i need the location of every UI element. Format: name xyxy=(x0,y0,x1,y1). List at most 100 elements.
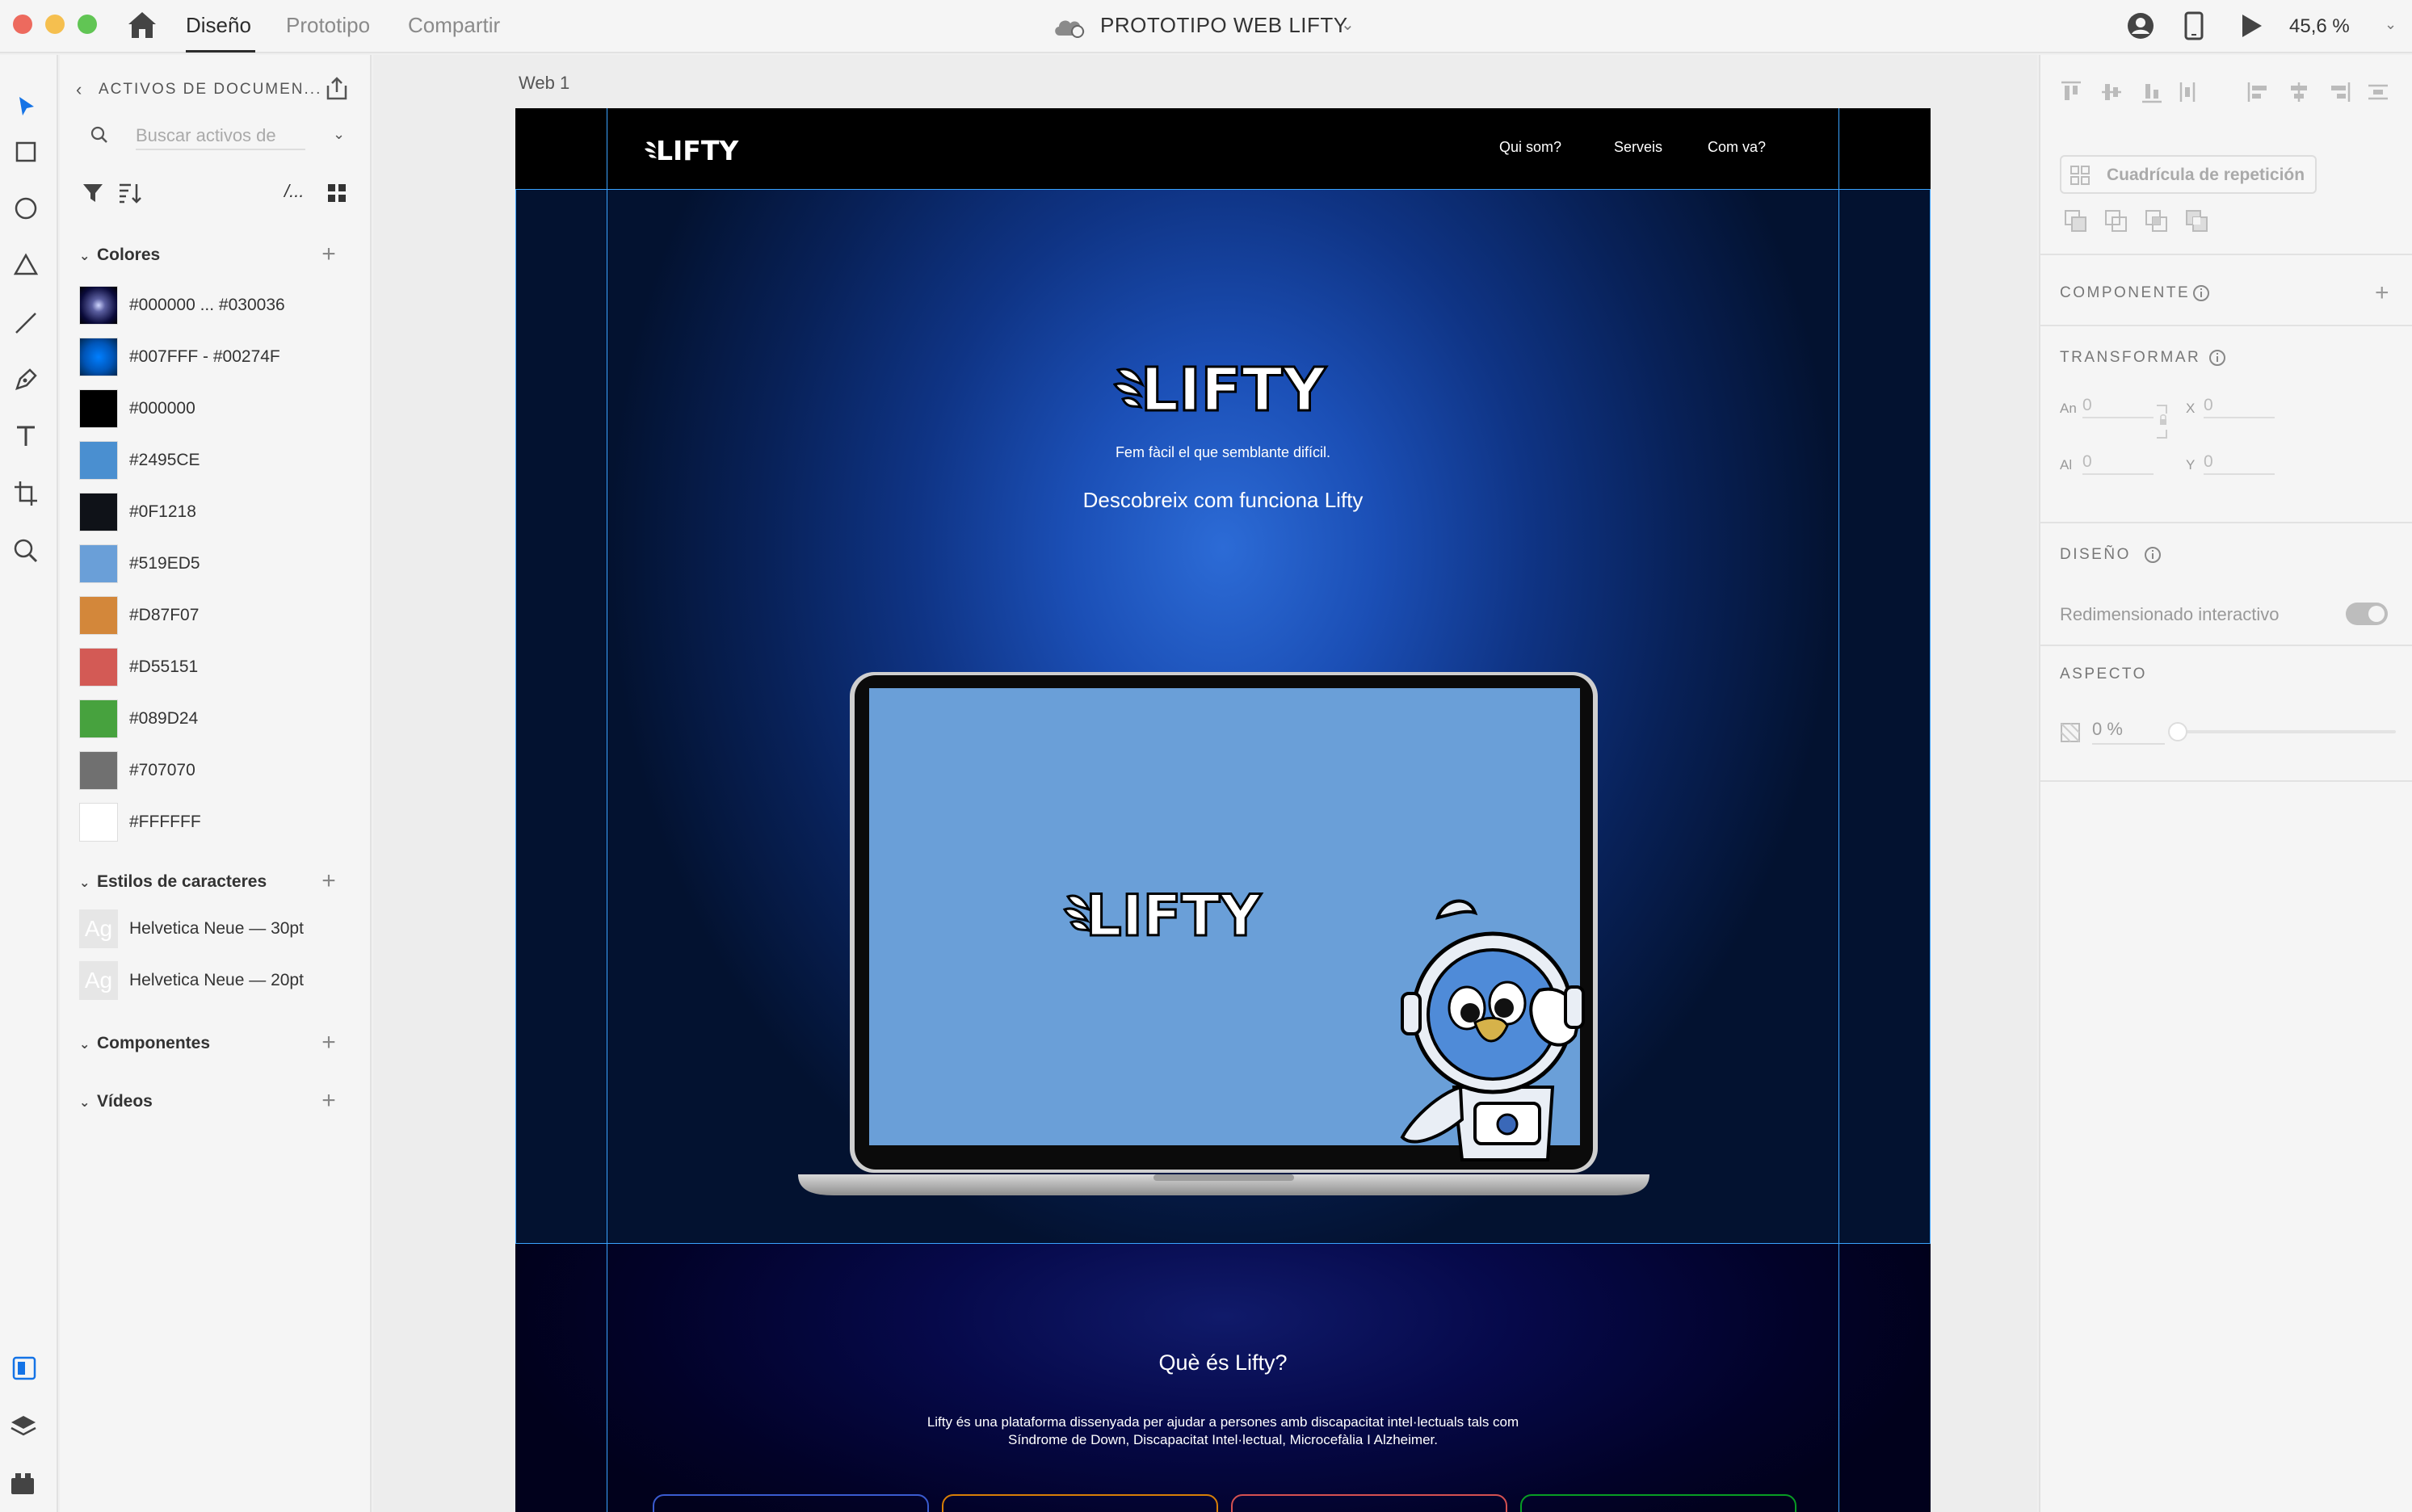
plugins-icon[interactable] xyxy=(8,1468,37,1497)
hero-cta-link[interactable]: Descobreix com funciona Lifty xyxy=(515,488,1931,513)
feature-card[interactable] xyxy=(653,1494,929,1512)
distribute-horizontal-icon[interactable] xyxy=(2365,79,2391,105)
opacity-slider-track[interactable] xyxy=(2176,730,2396,733)
opacity-input[interactable]: 0 % xyxy=(2092,719,2165,745)
pen-tool-icon[interactable] xyxy=(10,363,42,396)
info-icon[interactable] xyxy=(2208,349,2226,367)
colors-section-header[interactable]: ⌄ Colores xyxy=(79,246,160,265)
artboard[interactable]: LIFTY Qui som? Serveis Com va? LIFTY Fem… xyxy=(515,108,1931,1512)
minimize-window-button[interactable] xyxy=(45,15,65,34)
filter-icon[interactable] xyxy=(81,181,105,205)
close-window-button[interactable] xyxy=(13,15,32,34)
align-right-icon[interactable] xyxy=(2326,79,2352,105)
user-account-icon[interactable] xyxy=(2126,11,2155,40)
mobile-preview-icon[interactable] xyxy=(2184,11,2204,40)
color-swatch-item[interactable]: #FFFFFF xyxy=(79,803,354,843)
align-middle-icon[interactable] xyxy=(2099,79,2124,105)
align-left-icon[interactable] xyxy=(2246,79,2271,105)
character-style-item[interactable]: Ag Helvetica Neue — 20pt xyxy=(79,961,354,1002)
color-swatch-item[interactable]: #D55151 xyxy=(79,648,354,688)
color-swatch[interactable] xyxy=(79,596,118,635)
videos-section-header[interactable]: ⌄ Vídeos xyxy=(79,1092,153,1111)
add-component-button[interactable]: + xyxy=(317,1031,341,1055)
feature-card[interactable] xyxy=(1231,1494,1507,1512)
color-swatch[interactable] xyxy=(79,803,118,842)
info-icon[interactable] xyxy=(2144,546,2162,564)
character-styles-section-header[interactable]: ⌄ Estilos de caracteres xyxy=(79,872,267,892)
add-character-style-button[interactable]: + xyxy=(317,869,341,893)
add-video-button[interactable]: + xyxy=(317,1089,341,1113)
rectangle-tool-icon[interactable] xyxy=(10,136,42,168)
color-swatch-item[interactable]: #0F1218 xyxy=(79,493,354,533)
color-swatch[interactable] xyxy=(79,389,118,428)
zoom-tool-icon[interactable] xyxy=(10,535,42,567)
lock-aspect-icon[interactable] xyxy=(2155,402,2170,441)
path-view-icon[interactable]: /... xyxy=(284,181,309,205)
hero-lifty-logo[interactable]: LIFTY xyxy=(1113,347,1347,420)
assets-search-input[interactable] xyxy=(136,123,305,150)
site-nav-about[interactable]: Qui som? xyxy=(1499,139,1561,156)
site-nav-services[interactable]: Serveis xyxy=(1614,139,1662,156)
boolean-exclude-icon[interactable] xyxy=(2184,208,2210,233)
home-icon[interactable] xyxy=(126,10,158,40)
grid-view-icon[interactable] xyxy=(326,183,347,204)
chevron-left-icon[interactable]: ‹ xyxy=(76,79,82,100)
y-input[interactable] xyxy=(2204,451,2275,475)
export-icon[interactable] xyxy=(323,76,351,102)
responsive-resize-toggle[interactable] xyxy=(2346,603,2388,625)
design-canvas[interactable]: Web 1 LIFTY Qui som? Serveis Com va? LIF… xyxy=(373,55,2037,1512)
align-top-icon[interactable] xyxy=(2058,79,2084,105)
tab-share[interactable]: Compartir xyxy=(408,13,500,38)
components-section-header[interactable]: ⌄ Componentes xyxy=(79,1034,210,1053)
boolean-intersect-icon[interactable] xyxy=(2144,208,2170,233)
feature-card[interactable] xyxy=(942,1494,1218,1512)
color-swatch[interactable] xyxy=(79,544,118,583)
color-swatch[interactable] xyxy=(79,493,118,531)
text-tool-icon[interactable] xyxy=(10,420,42,452)
color-swatch[interactable] xyxy=(79,751,118,790)
sort-icon[interactable] xyxy=(116,181,142,205)
color-swatch-item[interactable]: #D87F07 xyxy=(79,596,354,636)
align-bottom-icon[interactable] xyxy=(2139,79,2165,105)
chevron-down-icon[interactable]: ⌄ xyxy=(1341,15,1355,35)
add-color-button[interactable]: + xyxy=(317,242,341,267)
chevron-down-icon[interactable]: ⌄ xyxy=(333,126,345,143)
site-header[interactable]: LIFTY Qui som? Serveis Com va? xyxy=(515,108,1931,189)
opacity-slider-handle[interactable] xyxy=(2168,722,2187,741)
play-icon[interactable] xyxy=(2239,13,2263,39)
lifty-logo[interactable]: LIFTY xyxy=(643,131,751,166)
ellipse-tool-icon[interactable] xyxy=(10,192,42,225)
color-swatch[interactable] xyxy=(79,286,118,325)
character-style-item[interactable]: Ag Helvetica Neue — 30pt xyxy=(79,909,354,950)
site-nav-how[interactable]: Com va? xyxy=(1708,139,1766,156)
color-swatch-item[interactable]: #2495CE xyxy=(79,441,354,481)
color-swatch[interactable] xyxy=(79,338,118,376)
width-input[interactable] xyxy=(2082,394,2154,418)
tab-design[interactable]: Diseño xyxy=(186,13,251,38)
document-assets-icon[interactable] xyxy=(10,1354,39,1383)
maximize-window-button[interactable] xyxy=(78,15,97,34)
layers-icon[interactable] xyxy=(8,1412,39,1441)
select-tool-icon[interactable] xyxy=(10,90,42,123)
document-title[interactable]: PROTOTIPO WEB LIFTY xyxy=(1100,13,1348,38)
color-swatch[interactable] xyxy=(79,648,118,687)
color-swatch-item[interactable]: #089D24 xyxy=(79,699,354,740)
laptop-mockup[interactable]: LIFTY xyxy=(798,667,1649,1203)
height-input[interactable] xyxy=(2082,451,2154,475)
chevron-down-icon[interactable]: ⌄ xyxy=(2385,16,2397,33)
line-tool-icon[interactable] xyxy=(10,307,42,339)
color-swatch-item[interactable]: #519ED5 xyxy=(79,544,354,585)
tab-prototype[interactable]: Prototipo xyxy=(286,13,370,38)
boolean-add-icon[interactable] xyxy=(2063,208,2089,233)
feature-card[interactable] xyxy=(1520,1494,1796,1512)
boolean-subtract-icon[interactable] xyxy=(2103,208,2129,233)
color-swatch[interactable] xyxy=(79,441,118,480)
add-component-state-button[interactable]: + xyxy=(2375,279,2389,307)
color-swatch-item[interactable]: #007FFF - #00274F xyxy=(79,338,354,378)
color-swatch-item[interactable]: #707070 xyxy=(79,751,354,792)
hero-section[interactable]: LIFTY Fem fàcil el que semblante difícil… xyxy=(515,189,1931,1244)
distribute-vertical-icon[interactable] xyxy=(2175,79,2200,105)
about-section[interactable]: Què és Lifty? Lifty és una plataforma di… xyxy=(515,1244,1931,1512)
align-center-icon[interactable] xyxy=(2286,79,2312,105)
color-swatch[interactable] xyxy=(79,699,118,738)
